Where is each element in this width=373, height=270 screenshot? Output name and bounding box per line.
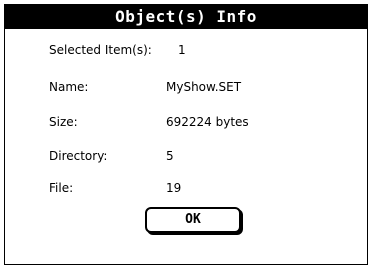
field-row-directory: Directory: 5 — [5, 149, 367, 169]
file-label: File: — [49, 181, 74, 195]
name-label: Name: — [49, 80, 89, 94]
object-info-dialog: Object(s) Info Selected Item(s): 1 Name:… — [4, 4, 368, 265]
ok-button[interactable]: OK — [145, 207, 241, 233]
field-row-size: Size: 692224 bytes — [5, 115, 367, 135]
size-value: 692224 bytes — [166, 115, 249, 129]
file-value: 19 — [166, 181, 182, 195]
name-value: MyShow.SET — [166, 80, 242, 94]
dialog-title: Object(s) Info — [5, 5, 367, 29]
directory-value: 5 — [166, 149, 174, 163]
field-row-selected-items: Selected Item(s): 1 — [5, 43, 367, 63]
field-row-name: Name: MyShow.SET — [5, 80, 367, 100]
field-row-file: File: 19 — [5, 181, 367, 201]
directory-label: Directory: — [49, 149, 108, 163]
size-label: Size: — [49, 115, 78, 129]
selected-items-value: 1 — [178, 43, 186, 57]
selected-items-label: Selected Item(s): — [49, 43, 152, 57]
